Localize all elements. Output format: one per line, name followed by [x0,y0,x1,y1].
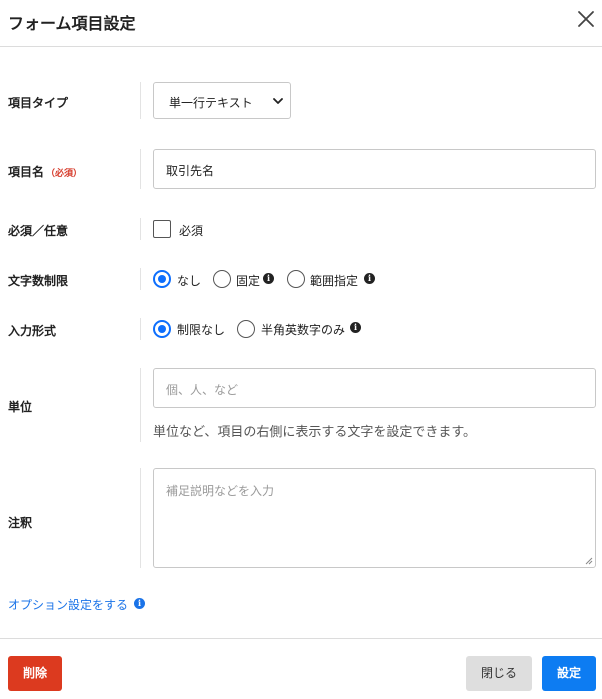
item-type-label: 項目タイプ [8,96,69,110]
input-format-option-alnum: 半角英数字のみ [261,323,346,337]
footer-divider [0,638,602,639]
char-limit-radio-none[interactable] [153,270,171,288]
chevron-down-icon [273,98,283,104]
required-badge: （必須） [46,169,83,179]
unit-placeholder: 個、人、など [166,383,239,397]
unit-label: 単位 [8,400,33,414]
divider [140,82,141,119]
input-format-option-unrestricted: 制限なし [177,323,226,337]
modal-title: フォーム項目設定 [8,14,136,33]
info-icon[interactable]: i [350,322,361,333]
input-format-radio-alnum[interactable] [237,320,255,338]
note-placeholder: 補足説明などを入力 [166,484,275,498]
item-name-value: 取引先名 [166,164,215,178]
divider [140,318,141,340]
char-limit-radio-fixed[interactable] [213,270,231,288]
item-name-label: 項目名 （必須） [8,163,82,180]
divider [140,149,141,189]
close-icon[interactable] [574,7,598,31]
required-checkbox-label: 必須 [179,224,204,238]
char-limit-option-fixed: 固定 [236,274,261,288]
save-button[interactable]: 設定 [542,656,596,691]
info-icon[interactable]: i [364,273,375,284]
divider [140,368,141,442]
item-type-value: 単一行テキスト [169,96,253,110]
option-settings-link-text: オプション設定をする [8,598,129,612]
modal-header: フォーム項目設定 [0,0,602,47]
required-checkbox[interactable] [153,220,171,238]
unit-help-text: 単位など、項目の右側に表示する文字を設定できます。 [153,425,477,440]
item-name-label-text: 項目名 [8,165,45,179]
divider [140,468,141,568]
char-limit-label: 文字数制限 [8,274,69,288]
info-icon[interactable]: i [263,273,274,284]
char-limit-option-none: なし [177,274,202,288]
item-name-input[interactable]: 取引先名 [153,149,596,189]
input-format-label: 入力形式 [8,324,57,338]
char-limit-option-range: 範囲指定 [310,274,359,288]
divider [140,218,141,240]
required-label: 必須／任意 [8,224,69,238]
option-settings-link[interactable]: オプション設定をする [8,596,128,613]
close-button[interactable]: 閉じる [466,656,532,691]
item-type-select[interactable]: 単一行テキスト [153,82,291,119]
info-icon[interactable]: i [134,598,145,609]
note-textarea[interactable]: 補足説明などを入力 [153,468,596,568]
note-label: 注釈 [8,516,33,530]
char-limit-radio-range[interactable] [287,270,305,288]
input-format-radio-unrestricted[interactable] [153,320,171,338]
resize-handle-icon[interactable] [585,557,593,565]
delete-button[interactable]: 削除 [8,656,62,691]
unit-input[interactable]: 個、人、など [153,368,596,408]
divider [140,268,141,290]
